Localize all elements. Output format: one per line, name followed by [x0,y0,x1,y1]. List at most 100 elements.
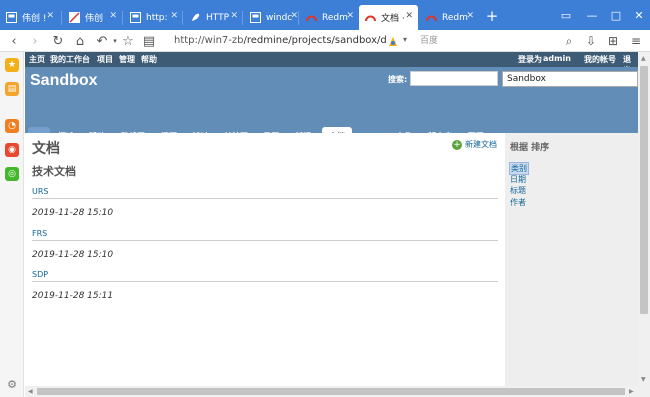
tab-7[interactable]: Redm ✕ [420,5,479,30]
tab-1[interactable]: 伟创 ✕ [63,5,122,30]
scroll-down-icon[interactable]: ▼ [641,376,646,383]
redmine-icon [426,12,437,23]
tab-label: 伟创 ! [22,14,47,24]
tab-label: windc [266,12,293,23]
document-date: 2019-11-28 15:11 [32,291,114,301]
scroll-left-icon[interactable]: ◀ [28,388,33,395]
document-date: 2019-11-28 15:10 [32,250,114,260]
new-document-link[interactable]: + 新建文档 [452,139,497,150]
url-input[interactable]: http://win7-zb/redmine/projects/sandbox/… [174,33,396,49]
horizontal-scroll-thumb[interactable] [37,388,625,395]
tab-label: 伟创 [85,14,104,24]
sort-by-author[interactable]: 作者 [510,197,526,208]
horizontal-scrollbar[interactable]: ◀ ▶ [25,386,650,397]
reader-icon[interactable]: ▤ [140,32,158,50]
search-input[interactable] [410,71,498,86]
weibo-icon[interactable]: ◉ [5,143,19,157]
close-icon[interactable]: ✕ [46,11,54,21]
browser-tab-bar: 伟创 ! ✕ 伟创 ✕ http: ✕ HTTP ✕ windc ✕ Redm … [0,0,650,30]
url-dropdown-icon[interactable]: ▾ [403,35,407,44]
search-icon[interactable]: ⌕ [561,33,577,49]
refresh-icon[interactable]: ↻ [49,32,67,50]
tab-label: HTTP [206,12,230,23]
home-icon[interactable]: ⌂ [71,32,89,50]
page-icon [6,12,17,23]
category-heading: 技术文档 [32,165,76,178]
back-icon[interactable]: ‹ [5,32,23,50]
close-icon[interactable]: ✕ [290,11,298,21]
close-icon[interactable]: ✕ [230,11,238,21]
forward-icon[interactable]: › [26,32,44,50]
fish-icon [190,12,201,23]
tab-4[interactable]: windc ✕ [244,5,303,30]
logged-user[interactable]: admin [543,54,571,63]
redmine-icon [306,12,317,23]
close-icon[interactable]: ✕ [466,11,474,21]
main-content: 文档 + 新建文档 技术文档 URS 2019-11-28 15:10 FRS … [25,133,505,386]
tab-5[interactable]: Redm ✕ [300,5,359,30]
url-path: /redmine/projects/sandbox/d [243,35,387,46]
project-header: Sandbox 搜索: Sandbox + 概述 活动 路线图 问题 耗时 甘特… [25,67,638,146]
document-title-link[interactable]: SDP [32,270,498,282]
star-icon[interactable]: ☆ [119,32,137,50]
document-date: 2019-11-28 15:10 [32,208,114,218]
url-host: http://win7-zb [174,35,244,46]
tab-0[interactable]: 伟创 ! ✕ [0,5,59,30]
project-jump-select[interactable]: Sandbox [502,71,638,87]
redmine-page: 主页 我的工作台 项目 管理 帮助 登录为 admin 我的帐号 退出 Sand… [25,52,638,386]
close-window-icon[interactable]: ✕ [630,6,648,24]
tab-2[interactable]: http: ✕ [124,5,183,30]
vertical-scrollbar[interactable]: ▲ ▼ [638,52,650,386]
sort-sidebar: 根据 排序 类别 日期 标题 作者 [505,133,638,386]
new-document-label: 新建文档 [465,140,497,149]
top-menu-help[interactable]: 帮助 [141,54,157,65]
feed-icon[interactable] [387,35,399,47]
favorites-icon[interactable]: ★ [5,58,19,72]
settings-icon[interactable]: ⚙ [5,377,19,391]
maximize-icon[interactable]: □ [607,6,625,24]
search-label: 搜索: [388,75,408,84]
download-icon[interactable]: ⇩ [583,33,599,49]
new-tab-button[interactable]: + [483,5,501,27]
vertical-scroll-thumb[interactable] [640,66,648,314]
add-icon: + [452,139,462,150]
extensions-icon[interactable]: ⊞ [605,33,621,49]
page-icon [250,12,261,23]
project-title[interactable]: Sandbox [30,72,98,90]
tab-6-active[interactable]: 文档 · ✕ [359,5,418,30]
address-bar: ‹ › ↻ ⌂ ↶ ▾ ☆ ▤ http://win7-zb/redmine/p… [0,30,650,52]
tab-3[interactable]: HTTP ✕ [184,5,243,30]
tab-label: http: [146,12,168,23]
close-icon[interactable]: ✕ [405,11,413,21]
close-icon[interactable]: ✕ [170,11,178,21]
minimize-icon[interactable]: — [583,6,601,24]
top-menu-projects[interactable]: 项目 [97,54,113,65]
menu-icon[interactable]: ≡ [628,33,644,49]
image-broken-icon [69,12,80,23]
my-account-link[interactable]: 我的帐号 [584,54,616,65]
tab-label: Redm [322,12,348,23]
scroll-right-icon[interactable]: ▶ [629,388,634,395]
wechat-icon[interactable]: ◎ [5,167,19,181]
scroll-up-icon[interactable]: ▲ [641,55,646,62]
document-title-link[interactable]: FRS [32,229,498,241]
tab-label: Redm [442,12,468,23]
sort-by-date[interactable]: 日期 [510,174,526,185]
document-title-link[interactable]: URS [32,187,498,199]
redmine-icon [365,12,376,23]
top-menu-admin[interactable]: 管理 [119,54,135,65]
top-menu: 主页 我的工作台 项目 管理 帮助 登录为 admin 我的帐号 退出 [25,52,638,75]
tab-label: 文档 · [381,14,405,24]
search-engine-input[interactable]: 百度 [420,33,538,49]
notes-icon[interactable]: ▤ [5,82,19,96]
page-title: 文档 [32,141,60,157]
top-menu-mypage[interactable]: 我的工作台 [50,54,90,65]
sort-by-title[interactable]: 标题 [510,185,526,196]
close-icon[interactable]: ✕ [346,11,354,21]
sort-heading: 根据 排序 [510,143,550,153]
window-restore-icon[interactable]: ▭ [557,6,575,24]
rss-icon[interactable]: ◔ [5,119,19,133]
page-icon [130,12,141,23]
top-menu-home[interactable]: 主页 [29,54,45,65]
close-icon[interactable]: ✕ [109,11,117,21]
